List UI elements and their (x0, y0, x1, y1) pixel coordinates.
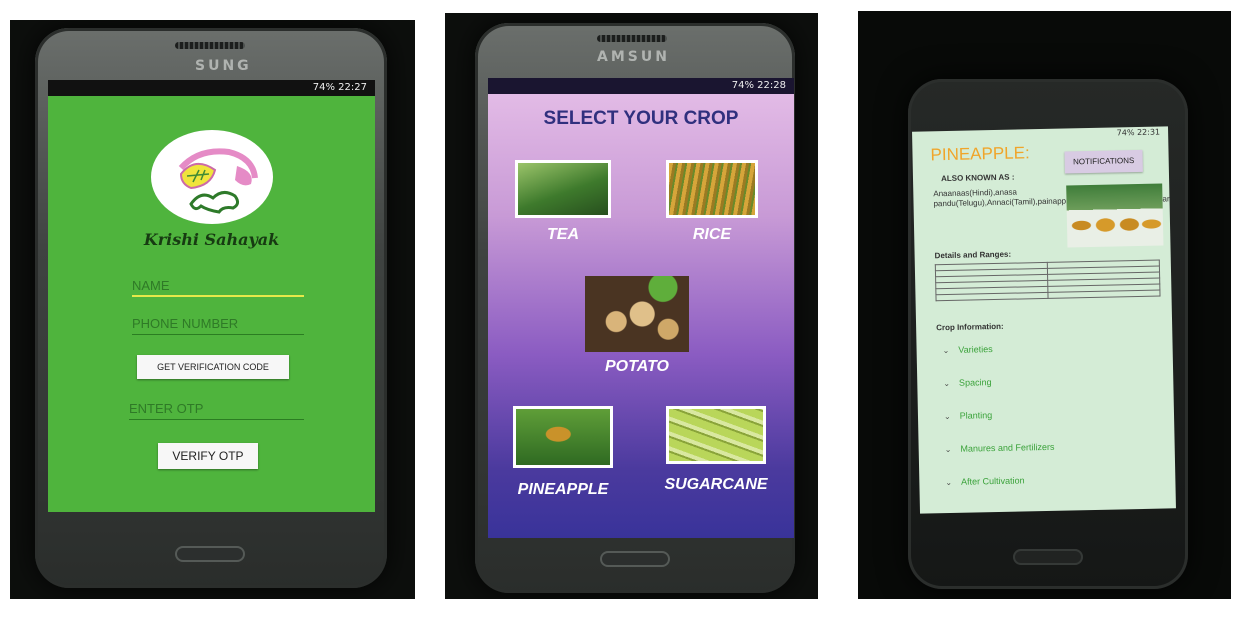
crop-label-sugarcane[interactable]: SUGARCANE (646, 476, 786, 494)
verify-otp-button[interactable]: VERIFY OTP (158, 443, 258, 469)
crop-label-potato[interactable]: POTATO (585, 358, 689, 376)
chevron-down-icon: ⌄ (942, 345, 950, 356)
home-button (1013, 549, 1083, 565)
crop-label-rice[interactable]: RICE (666, 226, 758, 244)
notifications-button[interactable]: NOTIFICATIONS (1064, 149, 1143, 174)
also-known-as-heading: ALSO KNOWN AS : (940, 172, 1015, 184)
potato-image[interactable] (585, 276, 689, 352)
photo-login-screen: SUNG 74% 22:27 Krishi Sahayak NAME PHONE… (10, 20, 415, 599)
status-bar: 74% 22:28 (488, 78, 794, 94)
pineapple-photo (1066, 183, 1164, 248)
info-item-label: After Cultivation (960, 475, 1025, 487)
info-item-label: Planting (959, 410, 993, 421)
get-verification-code-button[interactable]: GET VERIFICATION CODE (137, 355, 289, 379)
phone-field[interactable]: PHONE NUMBER (132, 313, 304, 335)
crop-info-heading: Crop Information: (936, 321, 1004, 333)
crop-label-tea[interactable]: TEA (515, 226, 611, 244)
phone-device: SUNG 74% 22:27 Krishi Sahayak NAME PHONE… (35, 28, 387, 588)
sugarcane-image[interactable] (666, 406, 766, 464)
info-item-spacing[interactable]: ⌄ Spacing (943, 377, 991, 388)
phone-device: 74% 22:31 PINEAPPLE: NOTIFICATIONS ALSO … (908, 79, 1188, 589)
info-item-label: Spacing (958, 377, 992, 388)
phone-brand: AMSUN (597, 49, 670, 65)
chevron-down-icon: ⌄ (944, 444, 952, 455)
also-known-as-text: Anaanaas(Hindi),anasa pandu(Telugu),Anna… (933, 187, 1176, 209)
select-crop-screen: 74% 22:28 SELECT YOUR CROP TEA RICE POTA… (488, 78, 794, 538)
home-button (600, 551, 670, 567)
home-button (175, 546, 245, 562)
name-field[interactable]: NAME (132, 275, 304, 297)
phone-speaker (175, 42, 245, 49)
phone-device: AMSUN 74% 22:28 SELECT YOUR CROP TEA RIC… (475, 23, 795, 593)
info-item-label: Manures and Fertilizers (960, 441, 1055, 454)
phone-speaker (597, 35, 667, 42)
crop-label-pineapple[interactable]: PINEAPPLE (493, 481, 633, 499)
otp-field[interactable]: ENTER OTP (129, 398, 304, 420)
info-item-planting[interactable]: ⌄ Planting (944, 410, 992, 421)
status-bar: 74% 22:27 (48, 80, 375, 96)
chevron-down-icon: ⌄ (945, 477, 953, 488)
chevron-down-icon: ⌄ (943, 411, 951, 422)
status-bar: 74% 22:31 (1116, 127, 1161, 138)
info-item-varieties[interactable]: ⌄ Varieties (943, 344, 993, 355)
crop-title: PINEAPPLE: (930, 143, 1030, 165)
details-table (935, 260, 1161, 302)
chevron-down-icon: ⌄ (943, 378, 951, 389)
page-title: SELECT YOUR CROP (543, 108, 739, 129)
crop-info-screen: 74% 22:31 PINEAPPLE: NOTIFICATIONS ALSO … (912, 126, 1176, 514)
app-logo (151, 130, 273, 224)
rice-image[interactable] (666, 160, 758, 218)
photo-crop-info-screen: 74% 22:31 PINEAPPLE: NOTIFICATIONS ALSO … (858, 11, 1231, 599)
phone-brand: SUNG (195, 58, 252, 74)
info-item-manures[interactable]: ⌄ Manures and Fertilizers (945, 442, 1055, 454)
details-heading: Details and Ranges: (934, 249, 1012, 261)
leaf-logo-icon (178, 148, 258, 214)
tea-image[interactable] (515, 160, 611, 218)
info-item-label: Varieties (958, 344, 993, 355)
info-item-after-cultivation[interactable]: ⌄ After Cultivation (945, 475, 1024, 487)
photo-select-crop-screen: AMSUN 74% 22:28 SELECT YOUR CROP TEA RIC… (445, 13, 818, 599)
app-name: Krishi Sahayak (143, 230, 280, 249)
pineapple-image[interactable] (513, 406, 613, 468)
login-screen: 74% 22:27 Krishi Sahayak NAME PHONE NUMB… (48, 80, 375, 512)
